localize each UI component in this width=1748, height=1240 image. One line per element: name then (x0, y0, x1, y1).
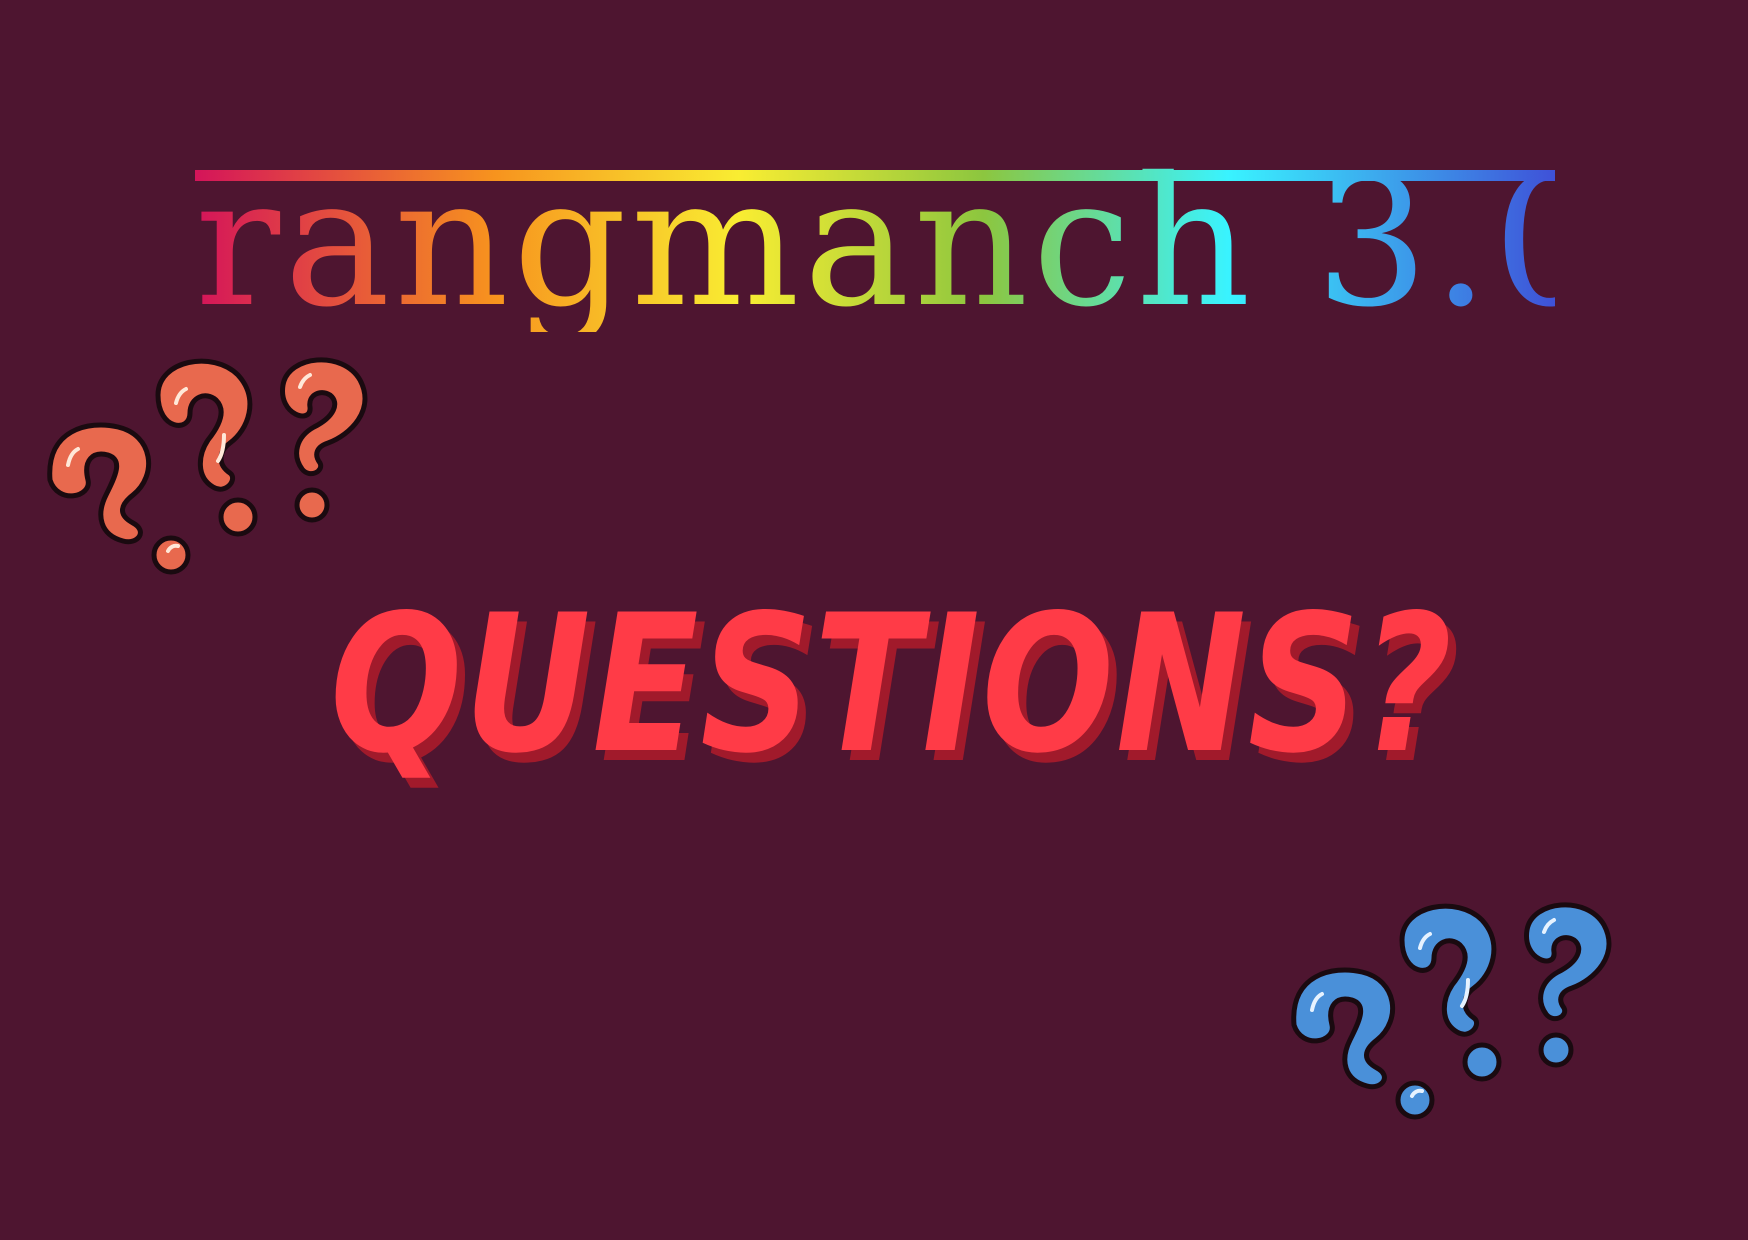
slide: rangmanch 3.0 QUESTIONS? (0, 0, 1748, 1240)
questions-heading: QUESTIONS? (330, 574, 1454, 795)
blue-question-marks-icon (1282, 900, 1662, 1125)
slide-title: rangmanch 3.0 (195, 139, 1611, 346)
orange-question-marks-icon (38, 355, 418, 580)
title-logo: rangmanch 3.0 (195, 96, 1611, 356)
